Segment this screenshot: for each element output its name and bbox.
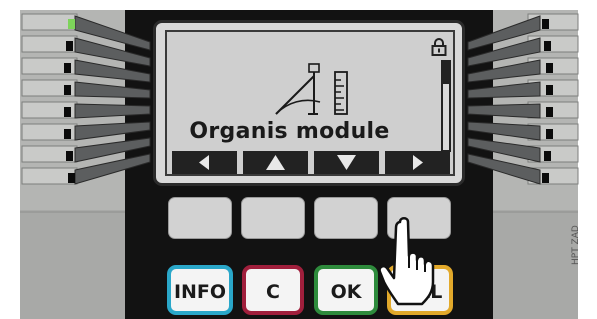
ok-button[interactable]: OK: [314, 265, 378, 315]
navigation-bar: [172, 151, 452, 174]
softkey-up[interactable]: [241, 197, 305, 239]
softkey-left[interactable]: [168, 197, 232, 239]
nav-down-softlabel: [314, 151, 379, 174]
arrow-up-icon: [266, 155, 285, 170]
scrollbar-thumb: [443, 62, 449, 84]
organis-module-icon: [275, 63, 348, 115]
arrow-down-icon: [337, 155, 356, 170]
nav-left-softlabel: [172, 151, 237, 174]
device-panel: Organis module INFO C OK RL HPT ZAD: [0, 0, 597, 319]
display-title: Organis module: [189, 119, 390, 144]
softkey-down[interactable]: [314, 197, 378, 239]
scrollbar[interactable]: [441, 60, 451, 152]
clear-button[interactable]: C: [242, 265, 304, 315]
pointing-hand-icon: [378, 217, 435, 306]
lock-icon: [431, 38, 447, 56]
info-button[interactable]: INFO: [167, 265, 233, 315]
watermark: HPT ZAD: [571, 225, 581, 265]
nav-up-softlabel: [243, 151, 308, 174]
arrow-right-icon: [413, 155, 423, 170]
lcd-display: Organis module: [165, 30, 455, 176]
clear-button-label: C: [266, 281, 280, 303]
ok-button-label: OK: [330, 281, 362, 303]
info-button-label: INFO: [173, 281, 227, 303]
arrow-left-icon: [199, 155, 209, 170]
nav-right-softlabel: [385, 151, 450, 174]
